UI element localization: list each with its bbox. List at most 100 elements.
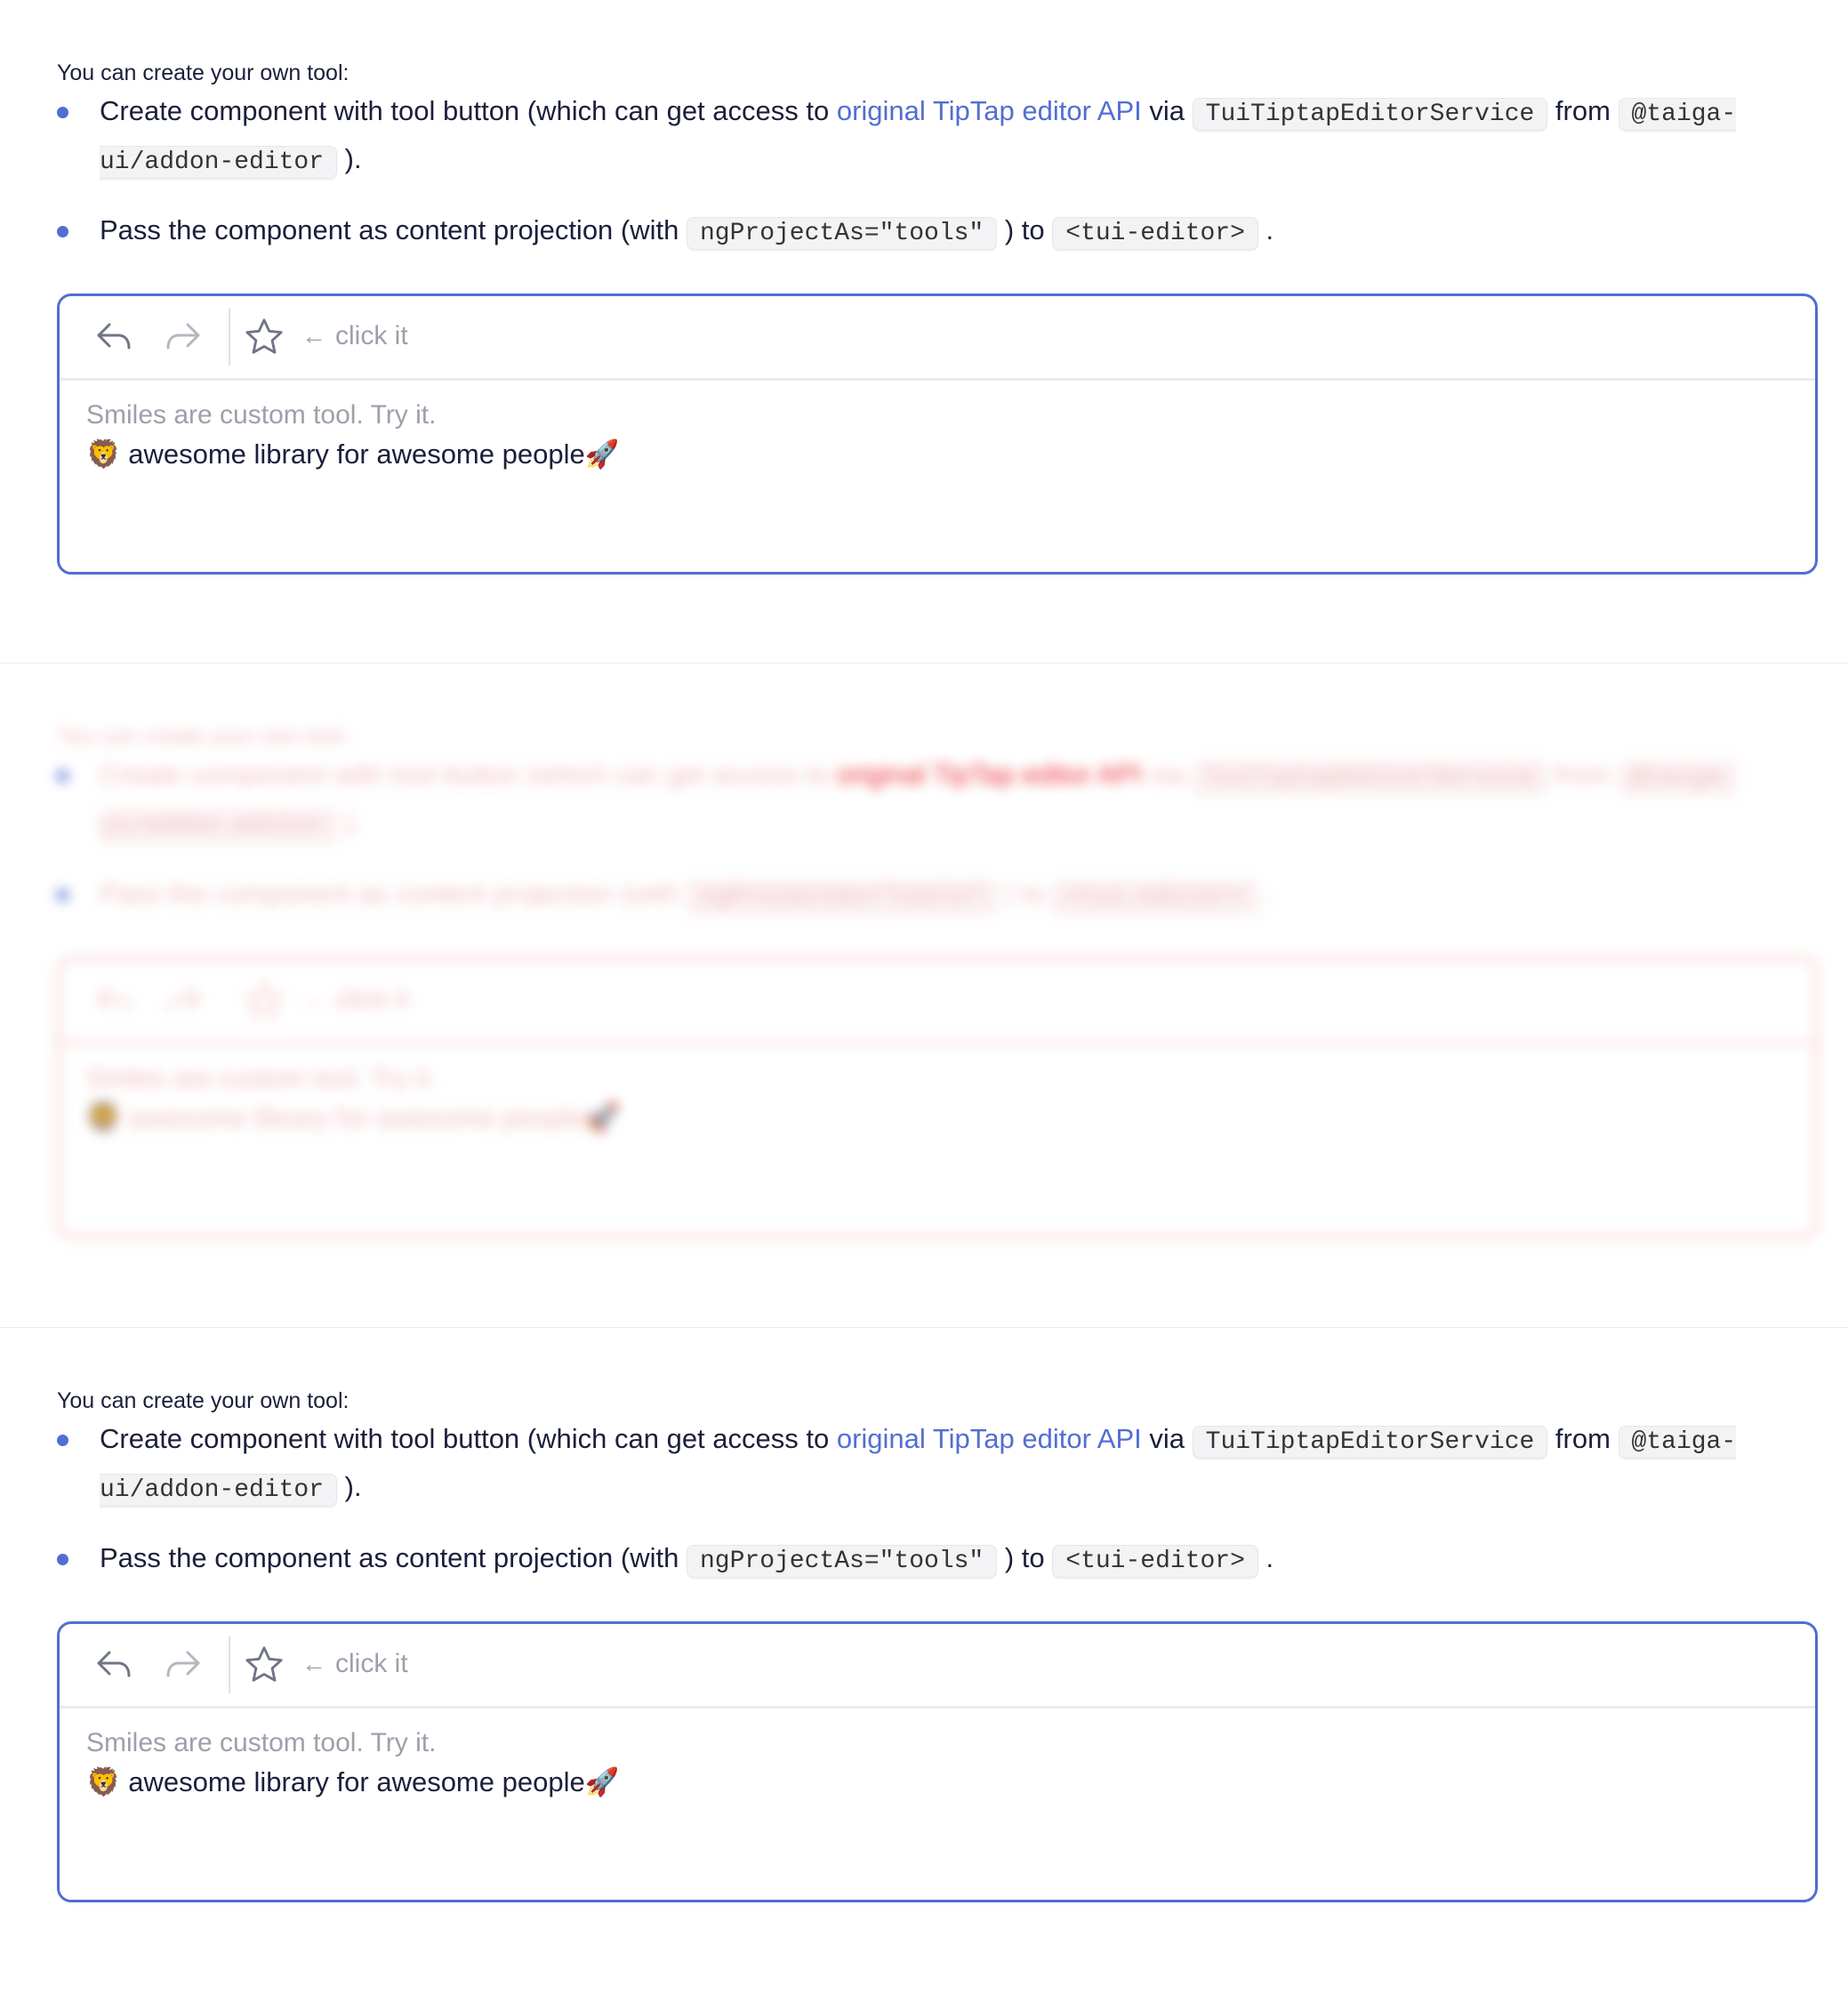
- step-1-text-d: ).: [337, 1471, 362, 1502]
- step-item-2: Pass the component as content projection…: [57, 208, 1764, 256]
- editor-content: Smiles are custom tool. Try it. 🦁 awesom…: [86, 1059, 619, 1138]
- step-2-text-b: ) to: [997, 214, 1053, 245]
- bullet-icon: [57, 1554, 68, 1565]
- undo-icon: [97, 1651, 131, 1677]
- editor-placeholder-line: Smiles are custom tool. Try it.: [86, 400, 437, 430]
- rocket-emoji: 🚀: [584, 1102, 620, 1133]
- step-1-text-b: via: [1141, 95, 1193, 126]
- step-1-text-a: Create component with tool button (which…: [100, 759, 837, 790]
- editor-content[interactable]: Smiles are custom tool. Try it. 🦁 awesom…: [86, 1724, 619, 1802]
- rocket-emoji: 🚀: [584, 1766, 620, 1797]
- redo-icon: [166, 986, 201, 1012]
- smiles-tool-button[interactable]: [243, 316, 285, 358]
- arrow-left-icon: ←: [301, 985, 326, 1013]
- code-editor-service: TuiTiptapEditorService: [1192, 761, 1548, 794]
- step-item-1: Create component with tool button (which…: [57, 89, 1764, 185]
- step-2-text-a: Pass the component as content projection…: [100, 1542, 687, 1573]
- intro-text: You can create your own tool:: [57, 724, 350, 749]
- step-2-text-a: Pass the component as content projection…: [100, 878, 687, 909]
- editor-toolbar: ← click it: [60, 960, 1815, 1044]
- editor-placeholder-line: Smiles are custom tool. Try it.: [86, 1064, 437, 1093]
- star-icon: [245, 1646, 283, 1682]
- editor-text-line: 🦁 awesome library for awesome people🚀: [86, 435, 619, 474]
- step-1-text-c: from: [1547, 759, 1619, 790]
- editor[interactable]: ← click it Smiles are custom tool. Try i…: [57, 293, 1818, 575]
- editor-placeholder-line: Smiles are custom tool. Try it.: [86, 1728, 437, 1757]
- step-2-text-b: ) to: [997, 1542, 1053, 1573]
- bullet-icon: [57, 770, 68, 782]
- step-item-2: Pass the component as content projection…: [57, 872, 1764, 920]
- bullet-icon: [57, 1435, 68, 1446]
- smiles-tool-button[interactable]: [243, 1644, 285, 1686]
- code-project-as: ngProjectAs="tools": [686, 1545, 998, 1578]
- tiptap-api-link[interactable]: original TipTap editor API: [837, 759, 1142, 790]
- undo-icon: [96, 986, 131, 1012]
- step-1-text-b: via: [1141, 759, 1193, 790]
- lion-emoji: 🦁: [86, 1766, 121, 1797]
- lion-emoji: 🦁: [86, 1102, 121, 1133]
- redo-icon: [166, 323, 200, 350]
- step-2-text-c: .: [1257, 214, 1274, 245]
- click-it-hint: ← click it: [301, 1649, 408, 1679]
- blurred-overlay: You can create your own tool: Create com…: [0, 663, 1848, 1326]
- editor-text: awesome library for awesome people: [128, 438, 585, 470]
- arrow-left-icon: ←: [301, 322, 326, 350]
- step-1-text-a: Create component with tool button (which…: [100, 1423, 837, 1454]
- lion-emoji: 🦁: [86, 438, 121, 470]
- tiptap-api-link[interactable]: original TipTap editor API: [837, 1423, 1142, 1454]
- steps-list: Create component with tool button (which…: [57, 89, 1764, 279]
- redo-icon: [166, 1651, 200, 1677]
- step-1-text-d: ).: [337, 143, 362, 174]
- step-2-text-c: .: [1257, 1542, 1274, 1573]
- step-1-text-c: from: [1547, 95, 1619, 126]
- click-it-hint: ← click it: [301, 985, 408, 1015]
- demo-panel-blurred: You can create your own tool: Create com…: [0, 663, 1848, 1326]
- editor-content[interactable]: Smiles are custom tool. Try it. 🦁 awesom…: [86, 396, 619, 474]
- step-item-2: Pass the component as content projection…: [57, 1536, 1764, 1584]
- arrow-left-icon: ←: [301, 1650, 326, 1677]
- tiptap-api-link[interactable]: original TipTap editor API: [837, 95, 1142, 126]
- code-project-as: ngProjectAs="tools": [686, 880, 998, 913]
- toolbar-divider: [229, 309, 230, 366]
- smiles-tool-button: [243, 979, 285, 1022]
- redo-button: [163, 979, 205, 1022]
- click-it-hint: ← click it: [301, 321, 408, 351]
- toolbar-divider: [229, 1636, 230, 1693]
- code-editor-service: TuiTiptapEditorService: [1192, 98, 1548, 131]
- step-item-1: Create component with tool button (which…: [57, 752, 1764, 848]
- redo-button[interactable]: [163, 316, 205, 358]
- step-item-1: Create component with tool button (which…: [57, 1417, 1764, 1513]
- code-tui-editor: <tui-editor>: [1052, 1545, 1258, 1578]
- undo-icon: [97, 323, 131, 350]
- editor-text: awesome library for awesome people: [128, 1766, 585, 1797]
- step-2-text-c: .: [1257, 878, 1274, 909]
- code-tui-editor: <tui-editor>: [1052, 880, 1258, 913]
- bullet-icon: [57, 107, 68, 118]
- step-1-text-d: ).: [337, 807, 362, 838]
- code-project-as: ngProjectAs="tools": [686, 217, 998, 250]
- code-tui-editor: <tui-editor>: [1052, 217, 1258, 250]
- code-editor-service: TuiTiptapEditorService: [1192, 1426, 1548, 1459]
- step-1-text-c: from: [1547, 1423, 1619, 1454]
- star-icon: [245, 318, 283, 354]
- undo-button[interactable]: [92, 1644, 134, 1686]
- bullet-icon: [57, 226, 68, 237]
- demo-panel-top: You can create your own tool: Create com…: [0, 0, 1848, 663]
- steps-list: Create component with tool button (which…: [57, 1417, 1764, 1607]
- redo-button[interactable]: [163, 1644, 205, 1686]
- demo-panel-bottom: You can create your own tool: Create com…: [0, 1327, 1848, 1994]
- step-2-text-a: Pass the component as content projection…: [100, 214, 687, 245]
- bullet-icon: [57, 889, 68, 901]
- editor: ← click it Smiles are custom tool. Try i…: [57, 957, 1818, 1238]
- undo-button[interactable]: [92, 316, 134, 358]
- rocket-emoji: 🚀: [584, 438, 620, 470]
- intro-text: You can create your own tool:: [57, 60, 350, 85]
- editor[interactable]: ← click it Smiles are custom tool. Try i…: [57, 1621, 1818, 1902]
- editor-text-line: 🦁 awesome library for awesome people🚀: [86, 1098, 619, 1138]
- step-2-text-b: ) to: [997, 878, 1053, 909]
- editor-text-line: 🦁 awesome library for awesome people🚀: [86, 1763, 619, 1802]
- intro-text: You can create your own tool:: [57, 1388, 350, 1413]
- hint-label: click it: [335, 321, 408, 350]
- editor-toolbar: ← click it: [60, 296, 1815, 381]
- star-icon: [244, 980, 285, 1019]
